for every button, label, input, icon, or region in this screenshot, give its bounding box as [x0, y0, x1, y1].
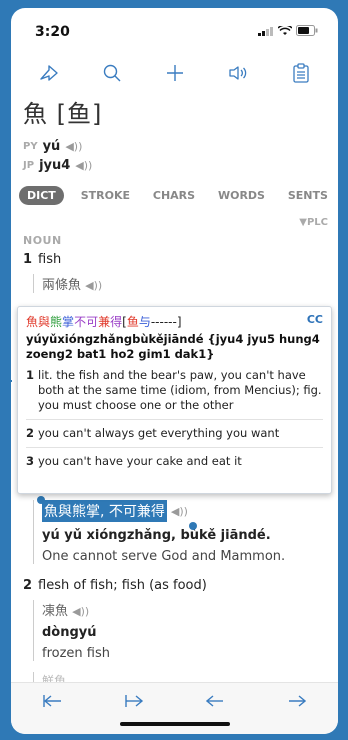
popup-char: 熊 — [50, 315, 63, 329]
bottom-nav-bar — [11, 682, 338, 734]
sense-1: 1 fish — [23, 252, 61, 267]
def-number: 1 — [26, 368, 35, 382]
example-pinyin: dòngyú — [42, 625, 97, 640]
jp-tag: JP — [23, 160, 35, 171]
popup-char: 可 — [86, 315, 99, 329]
skip-back-icon — [43, 695, 61, 707]
speaker-icon[interactable]: ◀)) — [171, 505, 188, 518]
pinyin-value[interactable]: yú — [43, 139, 61, 154]
arrow-right-icon — [289, 695, 307, 707]
example-translation: frozen fish — [42, 646, 110, 661]
popup-char: 不 — [74, 315, 87, 329]
def-text: lit. the fish and the bear's paw, you ca… — [38, 368, 322, 412]
popup-char: 鱼 — [126, 315, 139, 329]
popup-hanzi: 魚與熊掌不可兼得[鱼与------] — [26, 313, 182, 330]
arrow-left-icon — [206, 695, 224, 707]
py-tag: PY — [23, 141, 38, 152]
popup-def-2: 2 you can't always get everything you wan… — [26, 426, 323, 441]
popup-char: ------ — [150, 315, 177, 329]
example-hanzi[interactable]: 凍魚 — [42, 604, 68, 619]
popup-connector — [0, 380, 12, 382]
last-entry-button[interactable] — [116, 691, 152, 711]
sense-2: 2 flesh of fish; fish (as food) — [23, 578, 207, 593]
speaker-icon[interactable]: ◀)) — [72, 605, 89, 618]
selection-handle-end[interactable] — [189, 522, 197, 530]
speaker-icon[interactable]: ◀)) — [65, 140, 82, 153]
status-bar: 3:20 — [11, 8, 338, 52]
plc-toggle[interactable]: ▼PLC — [299, 217, 328, 228]
tab-chars[interactable]: CHARS — [147, 186, 201, 205]
divider — [26, 447, 323, 448]
speaker-icon[interactable]: ◀)) — [85, 279, 102, 292]
share-icon — [39, 65, 58, 81]
example-hanzi-row: 魚與熊掌, 不可兼得 ◀)) — [42, 500, 285, 522]
selected-text[interactable]: 魚與熊掌, 不可兼得 — [42, 500, 167, 522]
status-time: 3:20 — [35, 24, 70, 40]
sense-number: 1 — [23, 252, 33, 267]
popup-def-1: 1 lit. the fish and the bear's paw, you c… — [26, 368, 323, 413]
entry-tabs: DICT STROKE CHARS WORDS SENTS — [19, 186, 334, 205]
speaker-icon[interactable]: ◀)) — [75, 159, 92, 172]
add-button[interactable] — [158, 56, 192, 90]
selection-handle-start[interactable] — [37, 496, 45, 504]
headword[interactable]: 魚 [鱼] — [23, 94, 326, 129]
sense-text: fish — [38, 252, 62, 267]
status-icons — [258, 25, 318, 36]
jyutping-value[interactable]: jyu4 — [39, 158, 70, 173]
search-icon — [103, 64, 120, 82]
example-pinyin: yú yǔ xióngzhǎng, bùkě jiāndé. — [42, 528, 271, 543]
wifi-icon — [278, 25, 292, 35]
tab-sents[interactable]: SENTS — [282, 186, 334, 205]
example-1: 兩條魚 ◀)) — [33, 274, 102, 293]
popup-char: 掌 — [62, 315, 75, 329]
popup-char: ] — [176, 315, 182, 329]
home-indicator[interactable] — [119, 722, 230, 726]
speaker-button[interactable] — [221, 56, 255, 90]
divider — [26, 419, 323, 420]
cc-badge: CC — [306, 313, 323, 326]
entry-header: 魚 [鱼] PY yú ◀)) JP jyu4 ◀)) — [23, 94, 326, 173]
popup-char: 得 — [110, 315, 123, 329]
sense-text: flesh of fish; fish (as food) — [38, 578, 207, 593]
example-hanzi[interactable]: 兩條魚 — [42, 278, 81, 293]
example-selected: 魚與熊掌, 不可兼得 ◀)) yú yǔ xióngzhǎng, bùkě ji… — [33, 500, 285, 564]
forward-button[interactable] — [279, 691, 315, 711]
clipboard-icon — [292, 63, 309, 83]
def-text: you can't have your cake and eat it — [38, 454, 242, 468]
first-entry-button[interactable] — [34, 691, 70, 711]
example-cutoff: 鮮魚 — [33, 672, 66, 682]
popup-char: 魚 — [26, 315, 39, 329]
example-translation: One cannot serve God and Mammon. — [42, 549, 286, 564]
part-of-speech: NOUN — [23, 234, 62, 247]
popup-char: 与 — [138, 315, 151, 329]
skip-forward-icon — [124, 695, 143, 707]
back-button[interactable] — [197, 691, 233, 711]
top-toolbar — [11, 52, 338, 94]
battery-icon — [296, 25, 318, 36]
share-button[interactable] — [32, 56, 66, 90]
lookup-popup[interactable]: 魚與熊掌不可兼得[鱼与------] CC yúyǔxióngzhǎngbùkě… — [17, 306, 332, 494]
popup-char: 兼 — [98, 315, 111, 329]
def-text: you can't always get everything you want — [38, 426, 280, 440]
signal-icon — [258, 26, 273, 36]
popup-pinyin: yúyǔxióngzhǎngbùkějiāndé {jyu4 jyu5 hung… — [26, 332, 320, 361]
popup-def-3: 3 you can't have your cake and eat it — [26, 454, 323, 469]
add-icon — [166, 65, 183, 81]
clipboard-button[interactable] — [284, 56, 318, 90]
def-number: 2 — [26, 426, 35, 440]
jyutping-row: JP jyu4 ◀)) — [23, 158, 326, 173]
sense-number: 2 — [23, 578, 33, 593]
popup-char: 與 — [38, 315, 51, 329]
example-hanzi-row: 凍魚 ◀)) — [42, 600, 110, 619]
tab-stroke[interactable]: STROKE — [75, 186, 136, 205]
popup-header: 魚與熊掌不可兼得[鱼与------] CC — [26, 313, 323, 330]
def-number: 3 — [26, 454, 35, 468]
speaker-icon — [228, 66, 246, 80]
example-3: 凍魚 ◀)) dòngyú frozen fish — [33, 600, 110, 661]
app-screen: 3:20 魚 [鱼] PY yú ◀)) JP jyu4 ◀)) DICT ST… — [11, 8, 338, 734]
search-button[interactable] — [95, 56, 129, 90]
pinyin-row: PY yú ◀)) — [23, 139, 326, 154]
tab-dict[interactable]: DICT — [19, 186, 64, 205]
tab-words[interactable]: WORDS — [212, 186, 271, 205]
